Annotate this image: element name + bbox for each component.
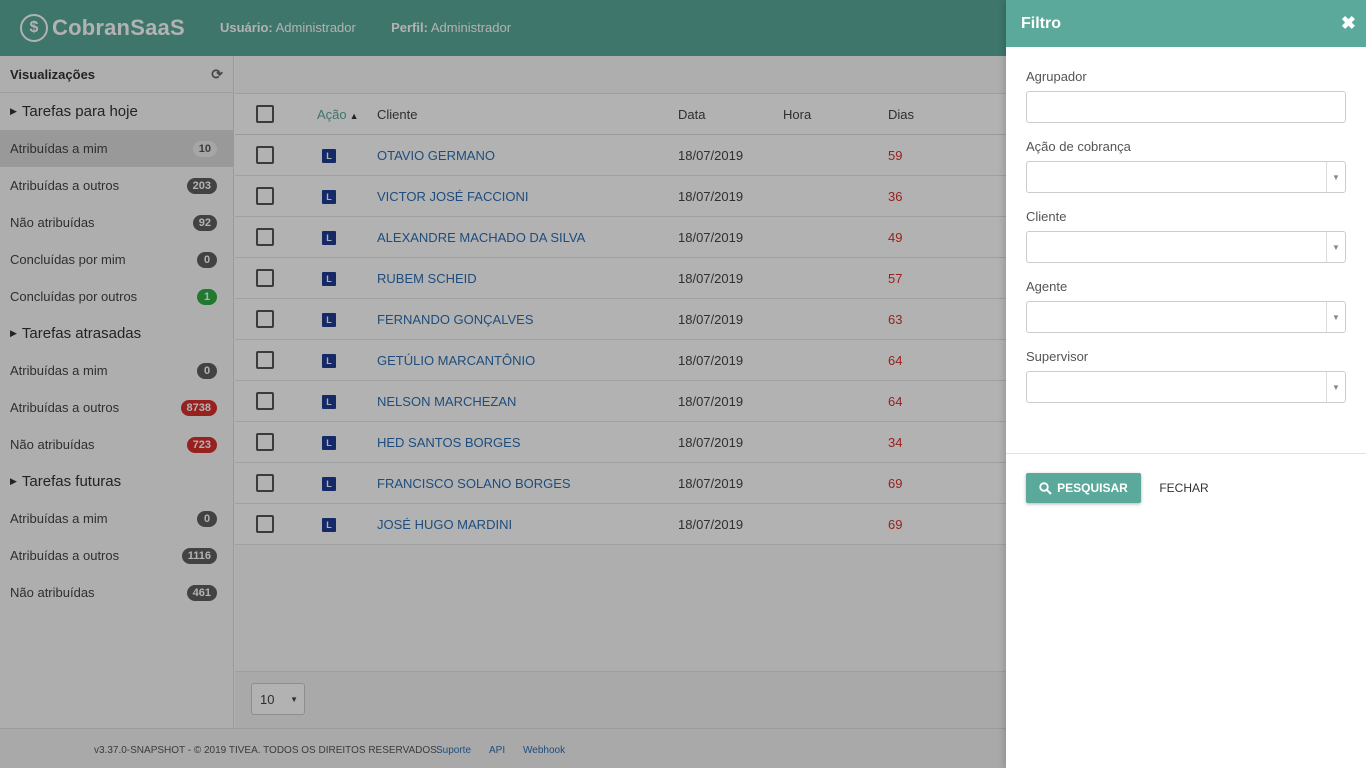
panel-divider <box>1006 453 1366 454</box>
filter-panel-title: Filtro <box>1021 14 1061 32</box>
acao-cobranca-select[interactable]: ▼ <box>1026 161 1346 193</box>
search-button-label: PESQUISAR <box>1057 481 1128 495</box>
chevron-down-icon: ▼ <box>1326 232 1345 262</box>
supervisor-select[interactable]: ▼ <box>1026 371 1346 403</box>
modal-backdrop[interactable] <box>0 0 1006 768</box>
field-supervisor: Supervisor ▼ <box>1026 349 1346 403</box>
search-icon <box>1039 481 1052 495</box>
chevron-down-icon: ▼ <box>1326 302 1345 332</box>
cliente-select[interactable]: ▼ <box>1026 231 1346 263</box>
field-label-agrupador: Agrupador <box>1026 69 1087 84</box>
chevron-down-icon: ▼ <box>1326 162 1345 192</box>
field-acao-cobranca: Ação de cobrança ▼ <box>1026 139 1346 193</box>
search-button[interactable]: PESQUISAR <box>1026 473 1141 503</box>
field-label-agente: Agente <box>1026 279 1068 294</box>
field-cliente: Cliente ▼ <box>1026 209 1346 263</box>
close-button[interactable]: FECHAR <box>1150 473 1218 503</box>
filter-panel-header: Filtro ✖ <box>1006 0 1366 47</box>
agente-select[interactable]: ▼ <box>1026 301 1346 333</box>
field-agrupador: Agrupador <box>1026 69 1346 123</box>
field-label-acao-cobranca: Ação de cobrança <box>1026 139 1131 154</box>
field-label-supervisor: Supervisor <box>1026 349 1089 364</box>
agrupador-input[interactable] <box>1026 91 1346 123</box>
close-icon[interactable]: ✖ <box>1341 13 1356 34</box>
field-agente: Agente ▼ <box>1026 279 1346 333</box>
field-label-cliente: Cliente <box>1026 209 1067 224</box>
filter-panel: Filtro ✖ Agrupador Ação de cobrança ▼ Cl… <box>1006 0 1366 768</box>
chevron-down-icon: ▼ <box>1326 372 1345 402</box>
